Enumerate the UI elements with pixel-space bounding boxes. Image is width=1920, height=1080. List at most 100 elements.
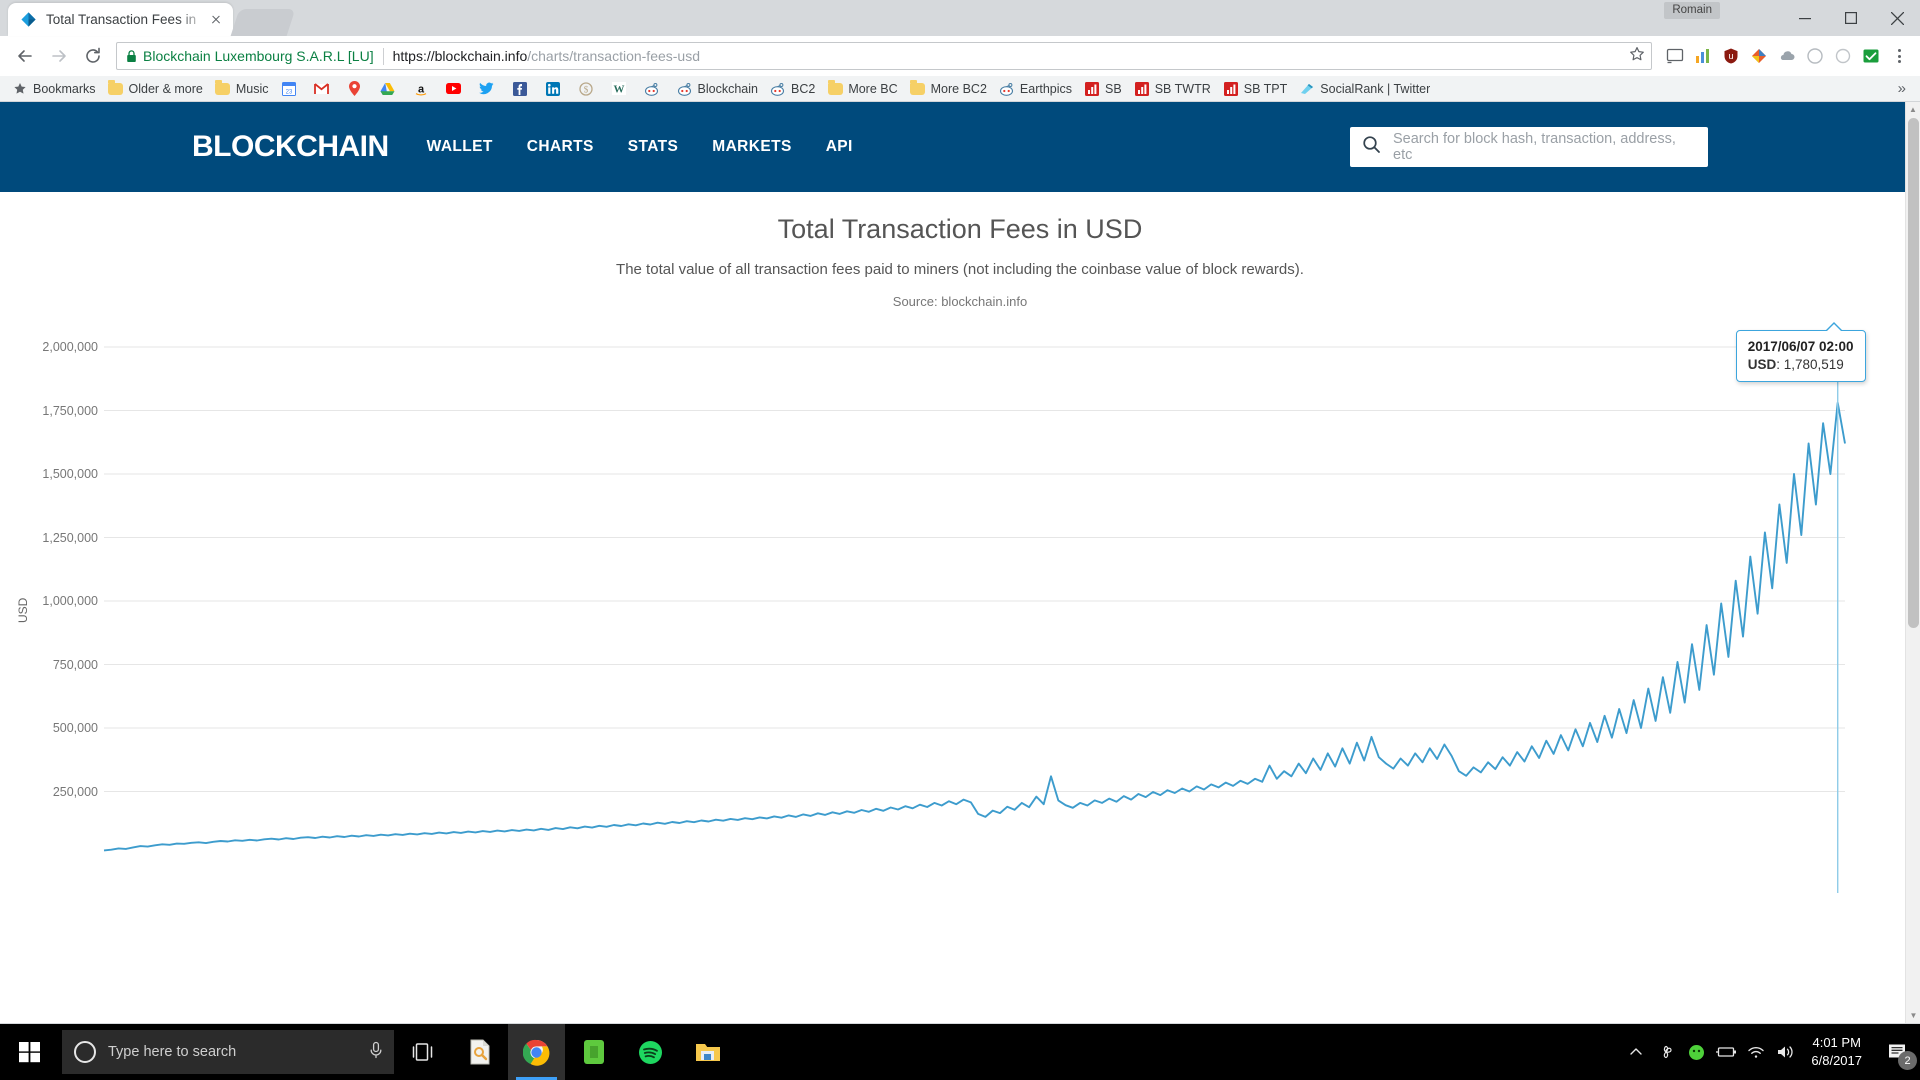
notification-center-icon[interactable]: 2 (1876, 1024, 1920, 1080)
scrollbar-thumb[interactable] (1908, 118, 1919, 628)
bookmark-item[interactable]: SB TPT (1217, 78, 1294, 100)
bookmark-item[interactable]: Music (209, 78, 275, 100)
reddit-icon (770, 81, 786, 97)
file-explorer-icon[interactable] (679, 1024, 736, 1080)
circle-icon[interactable] (1830, 43, 1856, 69)
nav-item-wallet[interactable]: WALLET (427, 138, 493, 156)
folder-icon (910, 80, 926, 97)
new-tab-button[interactable] (230, 9, 296, 36)
search-placeholder: Search for block hash, transaction, addr… (1393, 131, 1676, 163)
bookmark-item[interactable]: BC2 (764, 78, 821, 100)
chart-red-icon (1084, 81, 1100, 97)
close-window-icon[interactable] (1874, 0, 1920, 36)
chart-tooltip: 2017/06/07 02:00 USD: 1,780,519 (1735, 321, 1866, 382)
battery-icon[interactable] (1711, 1024, 1741, 1080)
checkbox-green-icon[interactable] (1858, 43, 1884, 69)
bookmarks-overflow-icon[interactable]: » (1890, 80, 1914, 97)
star-icon (12, 81, 28, 97)
notification-count: 2 (1898, 1051, 1917, 1070)
analytics-icon[interactable] (1690, 43, 1716, 69)
fan-icon[interactable] (1651, 1024, 1681, 1080)
cloud-icon[interactable] (1774, 43, 1800, 69)
forward-icon[interactable] (42, 39, 76, 73)
palette-icon[interactable] (1746, 43, 1772, 69)
blockchain-diamond-icon (20, 11, 37, 28)
acrobat-icon[interactable] (451, 1024, 508, 1080)
bookmark-item[interactable]: Earthpics (993, 78, 1078, 100)
youtube-icon (446, 81, 462, 97)
bookmark-item[interactable]: Blockchain (671, 78, 764, 100)
bookmark-item[interactable]: 23 (275, 78, 308, 100)
chrome-browser-window: Total Transaction Fees in Romain Blockch… (0, 0, 1920, 1024)
system-tray: 4:01 PM 6/8/2017 2 (1621, 1024, 1920, 1080)
bookmark-item[interactable]: $ (572, 78, 605, 100)
task-view-icon[interactable] (394, 1024, 451, 1080)
spotify-icon[interactable] (622, 1024, 679, 1080)
menu-dots-icon[interactable] (1886, 43, 1912, 69)
bookmark-item[interactable] (341, 78, 374, 100)
volume-icon[interactable] (1771, 1024, 1801, 1080)
evernote-icon[interactable] (565, 1024, 622, 1080)
start-button-icon[interactable] (0, 1024, 60, 1080)
bookmark-item[interactable]: SB (1078, 78, 1128, 100)
scroll-up-icon[interactable]: ▲ (1906, 102, 1920, 117)
bookmark-item[interactable]: SB TWTR (1128, 78, 1217, 100)
minimize-icon[interactable] (1782, 0, 1828, 36)
bookmark-item[interactable]: More BC (821, 78, 903, 100)
url-path: /charts/transaction-fees-usd (527, 48, 700, 64)
bookmark-item[interactable] (638, 78, 671, 100)
bookmark-item[interactable] (308, 78, 341, 100)
cortana-search-box[interactable]: Type here to search (62, 1030, 394, 1074)
tab-title: Total Transaction Fees in (46, 12, 197, 27)
ublock-icon[interactable]: u (1718, 43, 1744, 69)
bookmark-item[interactable] (506, 78, 539, 100)
ghost-icon[interactable] (1802, 43, 1828, 69)
blockchain-logo[interactable]: BLOCKCHAIN (192, 130, 389, 164)
tooltip-series-label: USD (1747, 356, 1777, 372)
dollar-icon: $ (578, 81, 594, 97)
reddit-icon (644, 81, 660, 97)
reddit-icon (999, 81, 1015, 97)
bookmark-item[interactable]: a (407, 78, 440, 100)
reload-icon[interactable] (76, 39, 110, 73)
nav-item-markets[interactable]: MARKETS (712, 138, 791, 156)
bookmark-label: SB TWTR (1154, 81, 1211, 96)
taskbar-clock[interactable]: 4:01 PM 6/8/2017 (1801, 1034, 1876, 1070)
page-scrollbar[interactable]: ▲ ▼ (1905, 102, 1920, 1023)
taskbar-search-placeholder: Type here to search (108, 1044, 237, 1060)
bookmark-item[interactable]: More BC2 (904, 78, 993, 100)
maximize-icon[interactable] (1828, 0, 1874, 36)
bookmark-item[interactable] (473, 78, 506, 100)
close-icon[interactable] (207, 11, 225, 29)
back-icon[interactable] (8, 39, 42, 73)
bookmark-item[interactable] (539, 78, 572, 100)
bookmark-star-icon[interactable] (1621, 46, 1645, 67)
nav-item-charts[interactable]: CHARTS (527, 138, 594, 156)
bookmark-item[interactable] (440, 78, 473, 100)
tooltip-value-number: : 1,780,519 (1776, 356, 1844, 372)
bookmark-item[interactable]: Older & more (102, 78, 209, 100)
profile-name-chip[interactable]: Romain (1664, 2, 1720, 19)
address-bar[interactable]: Blockchain Luxembourg S.A.R.L [LU] https… (116, 42, 1652, 70)
bookmark-item[interactable]: SocialRank | Twitter (1293, 78, 1436, 100)
bookmark-item[interactable]: Bookmarks (6, 78, 102, 100)
line-chart-svg[interactable] (0, 333, 1890, 893)
scroll-down-icon[interactable]: ▼ (1906, 1008, 1920, 1023)
bookmark-item[interactable] (374, 78, 407, 100)
evernote-tray-icon[interactable] (1681, 1024, 1711, 1080)
microphone-icon[interactable] (368, 1041, 384, 1064)
bookmark-label: More BC2 (930, 81, 987, 96)
cast-icon[interactable] (1662, 43, 1688, 69)
chart-subtitle: The total value of all transaction fees … (616, 261, 1304, 278)
clock-time: 4:01 PM (1812, 1035, 1861, 1050)
nav-item-stats[interactable]: STATS (628, 138, 679, 156)
chrome-icon[interactable] (508, 1024, 565, 1080)
nav-item-api[interactable]: API (826, 138, 853, 156)
browser-tab[interactable]: Total Transaction Fees in (8, 3, 233, 36)
bookmark-item[interactable]: W (605, 78, 638, 100)
search-input[interactable]: Search for block hash, transaction, addr… (1350, 127, 1708, 167)
drive-icon (380, 81, 396, 97)
chevron-up-icon[interactable] (1621, 1024, 1651, 1080)
wifi-icon[interactable] (1741, 1024, 1771, 1080)
bookmark-label: SocialRank | Twitter (1320, 81, 1431, 96)
